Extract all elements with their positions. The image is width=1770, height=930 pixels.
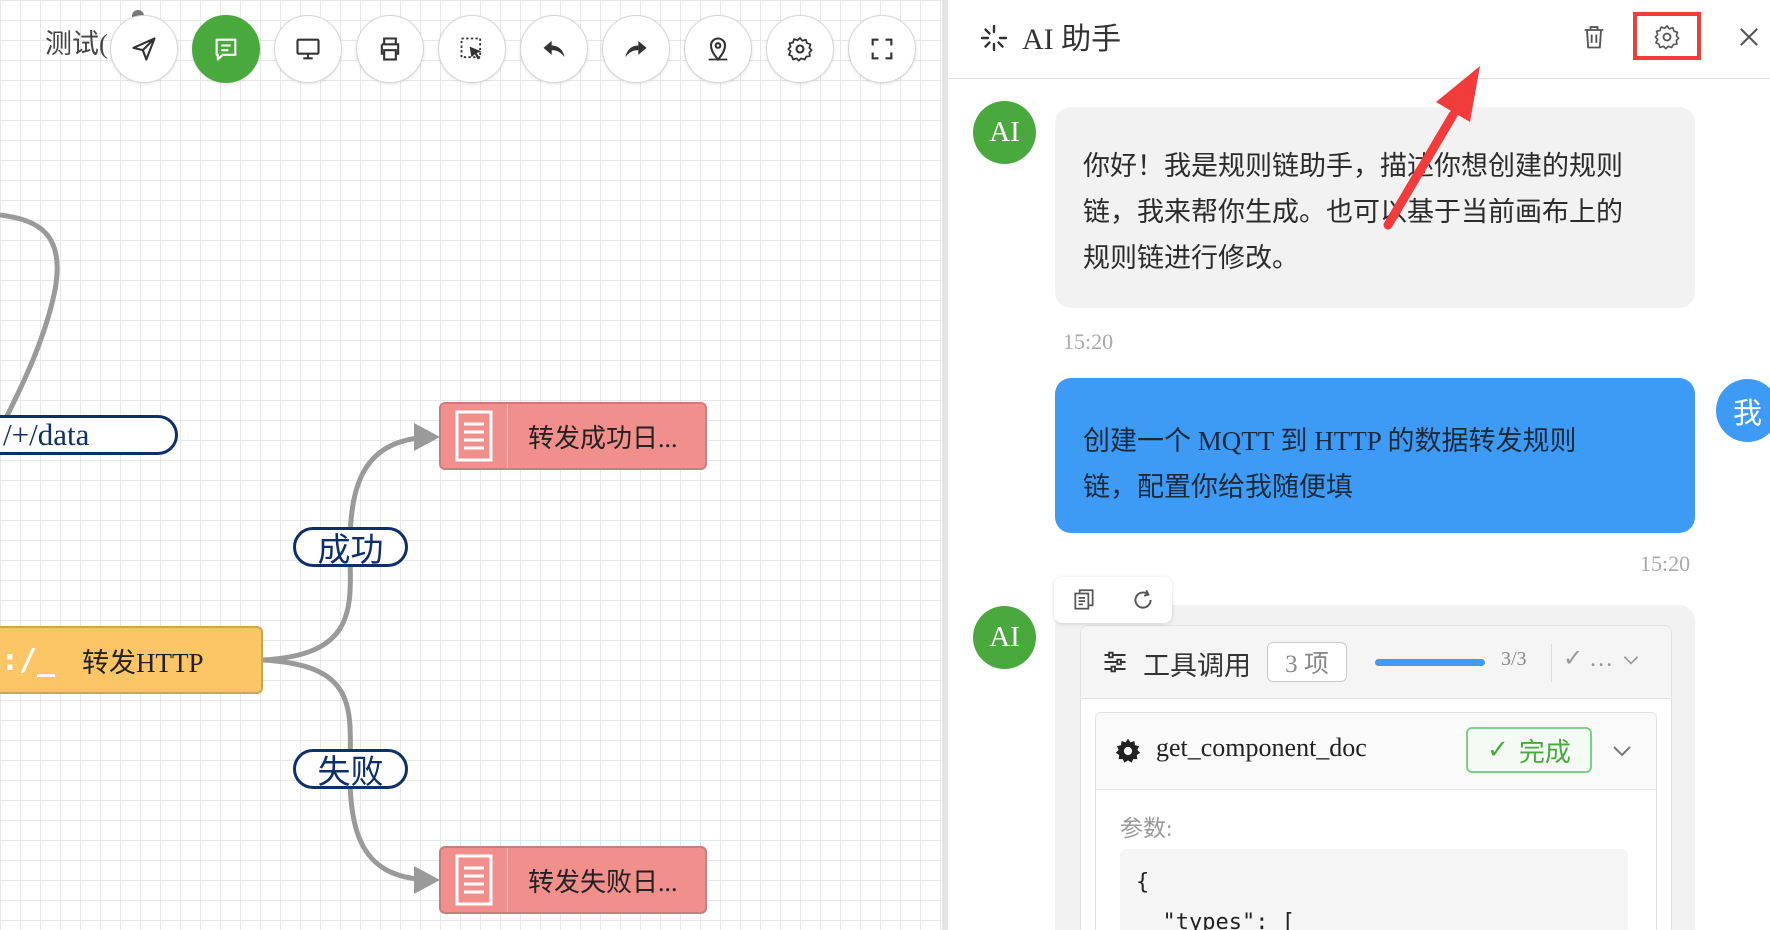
tool-call-header[interactable]: get_component_doc ✓ 完成 xyxy=(1096,713,1656,790)
monitor-icon xyxy=(296,38,320,60)
topic-label[interactable]: /+/data xyxy=(0,415,178,455)
message-timestamp: 15:20 xyxy=(1640,551,1691,576)
message-line: 创建一个 MQTT 到 HTTP 的数据转发规则 xyxy=(1083,426,1577,456)
monitor-button[interactable] xyxy=(274,15,342,83)
refresh-icon[interactable] xyxy=(1130,587,1156,613)
ai-avatar: AI xyxy=(973,101,1036,164)
node-forward-http[interactable]: :/_ 转发HTTP xyxy=(0,626,263,694)
edge-fail-arrowhead xyxy=(414,866,440,894)
highlight-box xyxy=(1633,12,1701,60)
node-label: 转发HTTP xyxy=(82,647,204,678)
tool-progress-fill xyxy=(1375,659,1485,666)
code-line: { xyxy=(1136,870,1150,895)
fullscreen-button[interactable] xyxy=(848,15,916,83)
cog-icon xyxy=(1115,738,1141,763)
settings-button[interactable] xyxy=(766,15,834,83)
ai-message-bubble: 你好！我是规则链助手，描述你想创建的规则 链，我来帮你生成。也可以基于当前画布上… xyxy=(1055,107,1695,308)
message-list[interactable]: AI 你好！我是规则链助手，描述你想创建的规则 链，我来帮你生成。也可以基于当前… xyxy=(948,79,1770,930)
edge-topic-in xyxy=(0,212,60,422)
undo-button[interactable] xyxy=(520,15,588,83)
edge-label-fail[interactable]: 失败 xyxy=(293,749,408,791)
close-panel-button[interactable] xyxy=(1728,16,1770,58)
redo-button[interactable] xyxy=(602,15,670,83)
message-line: 规则链进行修改。 xyxy=(1083,243,1299,273)
user-message-bubble: 创建一个 MQTT 到 HTTP 的数据转发规则 链，配置你给我随便填 xyxy=(1055,378,1695,533)
tool-name: get_component_doc xyxy=(1156,733,1367,762)
sliders-icon xyxy=(1104,651,1126,673)
location-button[interactable] xyxy=(684,15,752,83)
sparkle-icon xyxy=(980,24,1008,52)
fullscreen-icon xyxy=(871,38,893,60)
rule-chain-canvas[interactable]: 测试(/+/data 成功 失败:/_ 转发HTTP 转发成功日... 转发… xyxy=(0,0,945,930)
panel-title: AI 助手 xyxy=(1022,23,1122,56)
chevron-down-icon xyxy=(1623,656,1639,665)
code-line: "types": [ xyxy=(1136,910,1295,930)
ai-reply-card: 工具调用 3 项 3/3 ✓ … get_component_doc ✓ 完成 … xyxy=(1055,605,1695,930)
user-avatar: 我 xyxy=(1716,379,1770,442)
send-button[interactable] xyxy=(110,15,178,83)
panel-header: AI 助手 xyxy=(948,0,1770,79)
tool-calls-header[interactable]: 工具调用 3 项 3/3 ✓ … xyxy=(1081,626,1671,699)
node-success-log[interactable]: 转发成功日... xyxy=(439,402,707,470)
params-code: { "types": [ xyxy=(1120,849,1628,930)
log-document-icon xyxy=(441,404,508,468)
edge-label-success[interactable]: 成功 xyxy=(293,527,408,569)
print-button[interactable] xyxy=(356,15,424,83)
status-text: 完成 xyxy=(1518,737,1571,767)
params-label: 参数: xyxy=(1120,816,1173,841)
clear-chat-button[interactable] xyxy=(1573,16,1615,58)
message-actions xyxy=(1054,577,1172,623)
tool-calls-panel: 工具调用 3 项 3/3 ✓ … get_component_doc ✓ 完成 … xyxy=(1080,625,1672,930)
message-line: 链，配置你给我随便填 xyxy=(1083,472,1353,502)
copy-icon[interactable] xyxy=(1071,587,1097,613)
node-fail-log[interactable]: 转发失败日... xyxy=(439,846,707,914)
tool-progress-text: 3/3 xyxy=(1501,648,1527,670)
node-label: 转发失败日... xyxy=(528,867,678,897)
tool-calls-toggle[interactable]: ✓ … xyxy=(1563,644,1641,673)
undo-icon xyxy=(543,40,565,58)
edge-success-arrowhead xyxy=(414,423,440,451)
chat-icon xyxy=(215,38,237,61)
tool-count-badge: 3 项 xyxy=(1267,642,1347,682)
message-timestamp: 15:20 xyxy=(1063,329,1114,354)
close-icon xyxy=(1740,28,1758,46)
ai-assistant-panel: AI 助手 AI 你好！我是规则链助手，描述你想创建的规则 链，我来帮你生成。也… xyxy=(948,0,1770,930)
check-icon: ✓ xyxy=(1487,735,1509,764)
node-label: 转发成功日... xyxy=(528,423,678,453)
location-icon xyxy=(708,37,728,62)
redo-icon xyxy=(625,40,647,58)
select-icon xyxy=(460,37,482,60)
print-icon xyxy=(380,37,400,61)
status-badge: ✓ 完成 xyxy=(1466,727,1592,773)
select-button[interactable] xyxy=(438,15,506,83)
http-node-icon: :/_ xyxy=(0,642,56,678)
header-separator xyxy=(1551,644,1552,682)
trash-icon xyxy=(1584,26,1604,49)
log-document-icon xyxy=(441,848,508,912)
send-icon xyxy=(132,37,156,61)
tool-progress-bar xyxy=(1375,659,1485,666)
chat-button[interactable] xyxy=(192,15,260,83)
ai-avatar: AI xyxy=(973,606,1036,669)
settings-icon xyxy=(787,37,813,62)
message-line: 你好！我是规则链助手，描述你想创建的规则 xyxy=(1083,151,1623,181)
tool-calls-label: 工具调用 xyxy=(1143,651,1251,681)
tool-call-item: get_component_doc ✓ 完成 参数: { "types": [ xyxy=(1095,712,1657,930)
chevron-down-icon[interactable] xyxy=(1610,739,1634,763)
collapse-summary: ✓ … xyxy=(1563,646,1614,672)
message-line: 链，我来帮你生成。也可以基于当前画布上的 xyxy=(1083,197,1623,227)
